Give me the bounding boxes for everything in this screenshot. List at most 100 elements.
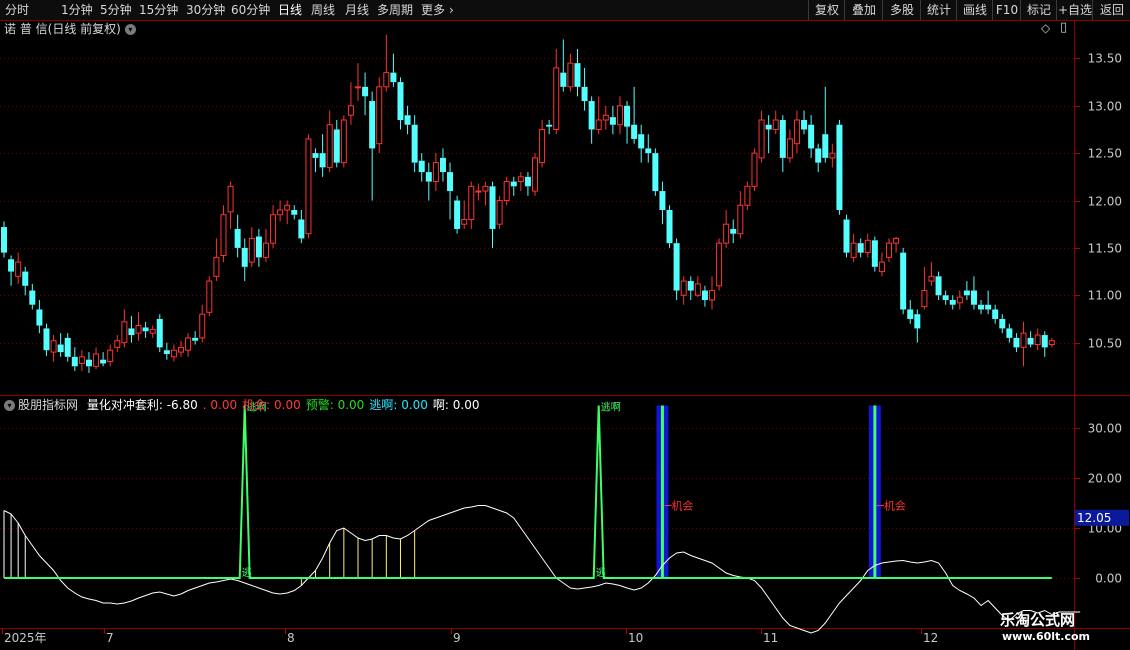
oscillator-line: [3, 505, 1081, 634]
candle: [475, 183, 482, 201]
candle-body-down: [949, 300, 956, 305]
candle: [793, 110, 800, 154]
candle: [418, 153, 425, 182]
candle-body-up: [178, 346, 184, 353]
price-tick-label: 10.50: [1088, 337, 1122, 351]
candle-body-down: [609, 117, 616, 125]
window-toggle-icon[interactable]: ▯: [1060, 20, 1067, 35]
candle: [213, 238, 220, 282]
candle: [822, 86, 829, 163]
candle-body-down: [128, 328, 135, 336]
candle: [496, 195, 503, 229]
candle: [687, 276, 694, 300]
candle-body-down: [588, 101, 595, 130]
price-tick-label: 13.50: [1088, 52, 1122, 66]
candle: [624, 101, 631, 144]
candle: [71, 347, 78, 372]
indicator-value-number: -6.80: [162, 398, 198, 412]
candle-body-up: [829, 152, 836, 159]
candle-body-up: [262, 242, 269, 258]
candle-body-up: [694, 283, 701, 296]
candle: [1, 221, 7, 258]
candle-body-up: [680, 280, 687, 296]
candle-body-up: [886, 242, 892, 258]
candle: [616, 96, 623, 135]
signal-line: [4, 405, 1052, 579]
candle-body-up: [78, 356, 85, 364]
chevron-down-icon[interactable]: ▾: [4, 400, 15, 411]
candle-body-up: [567, 62, 574, 88]
candle-body-down: [659, 191, 666, 210]
candle-body-down: [652, 153, 659, 192]
candle: [340, 115, 347, 168]
candle-body-up: [114, 340, 121, 348]
candle-body-up: [595, 119, 602, 130]
candle: [864, 233, 871, 258]
candle: [36, 300, 43, 334]
candle-body-down: [71, 356, 78, 367]
candle: [701, 285, 708, 307]
indicator-value-number: 0.00: [206, 398, 238, 412]
candle-body-down: [808, 124, 815, 149]
candle-body-up: [878, 261, 885, 273]
indicator-value-label: 预警:: [305, 398, 334, 412]
candle-body-down: [843, 219, 850, 253]
current-value-label: 12.05: [1077, 511, 1111, 525]
candle: [390, 53, 397, 87]
candle-body-down: [1013, 337, 1020, 348]
candle: [666, 205, 673, 248]
candle: [553, 48, 560, 135]
chevron-down-icon[interactable]: ▾: [124, 24, 136, 35]
candle: [560, 39, 567, 92]
candle-body-down: [390, 72, 397, 83]
candle: [1048, 337, 1055, 348]
candle: [978, 300, 985, 315]
indicator-value-label: 机会:: [242, 398, 271, 412]
candle-body-down: [900, 252, 907, 310]
indicator-tick-label: 20.00: [1088, 472, 1122, 486]
candle-body-down: [666, 210, 673, 244]
indicator-value-label: 量化对冲套利:: [86, 398, 163, 412]
candle-body-down: [581, 86, 588, 102]
candle: [539, 120, 546, 168]
indicator-value-4: 逃啊: 0.00: [369, 398, 428, 412]
candle-body-up: [170, 349, 177, 358]
candle-body-up: [772, 119, 779, 130]
candle-body-down: [970, 290, 977, 305]
indicator-value-label: 逃啊:: [369, 398, 398, 412]
candle-body-down: [645, 148, 652, 154]
candle: [163, 342, 170, 360]
candle: [114, 335, 121, 353]
candle: [546, 120, 553, 135]
candle: [404, 105, 411, 135]
candle: [808, 115, 815, 158]
candle: [64, 333, 71, 362]
opportunity-label: 机会: [884, 499, 906, 513]
candle: [985, 290, 992, 315]
candle-body-down: [489, 186, 496, 229]
candle: [510, 176, 517, 196]
candle: [659, 181, 666, 225]
diamond-icon[interactable]: ◇: [1041, 21, 1050, 35]
candle: [298, 210, 305, 244]
indicator-value-number: 0.00: [448, 398, 480, 412]
candle: [1020, 321, 1027, 367]
indicator-value-label: 啊:: [432, 398, 449, 412]
candle-body-up: [793, 119, 800, 145]
candle: [397, 77, 404, 130]
indicator-tick-label: 30.00: [1088, 422, 1122, 436]
candle-body-down: [631, 124, 638, 139]
candle-body-up: [220, 214, 227, 256]
candle: [85, 352, 92, 373]
candle: [786, 129, 793, 163]
candle-body-down: [57, 344, 64, 353]
candle-body-down: [836, 124, 843, 210]
candle: [178, 340, 184, 357]
indicator-value-2: 机会: 0.00: [242, 398, 301, 412]
candle: [142, 321, 149, 338]
candle: [503, 176, 510, 206]
candle-body-up: [213, 256, 220, 277]
candle: [312, 148, 319, 173]
candle: [602, 105, 609, 130]
candle: [907, 300, 914, 324]
